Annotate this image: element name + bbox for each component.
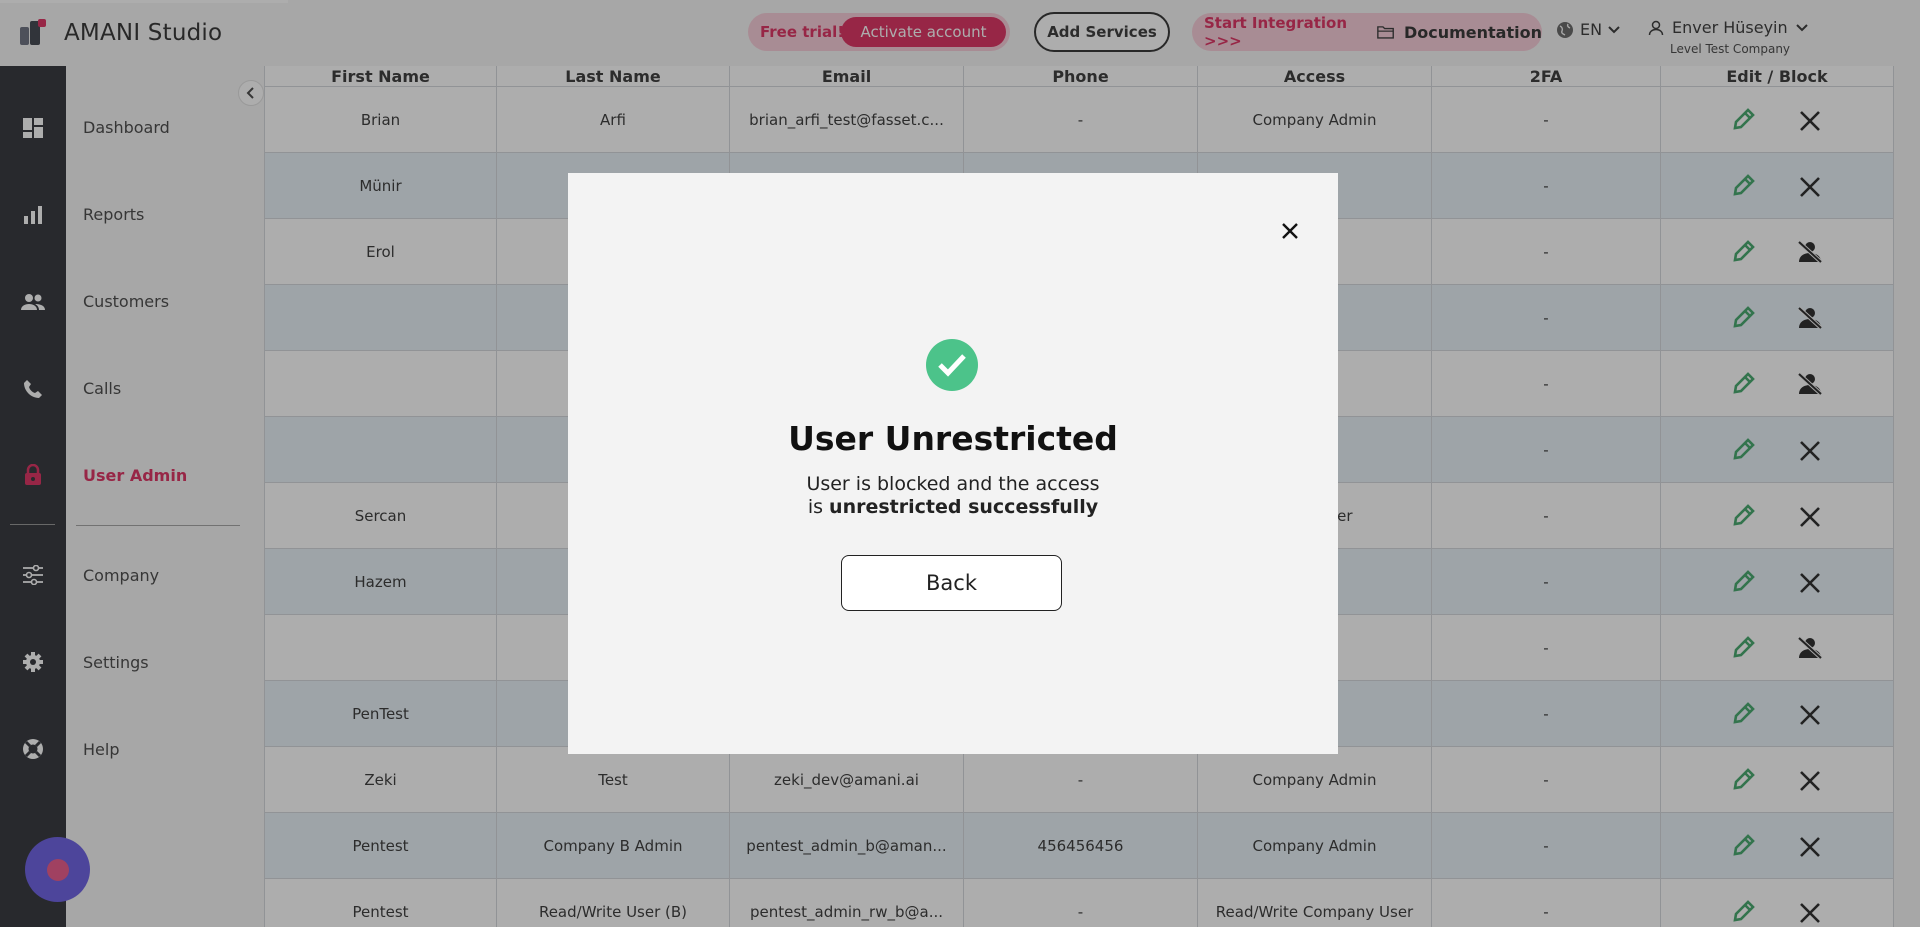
modal-title: User Unrestricted xyxy=(788,419,1118,458)
back-button[interactable]: Back xyxy=(841,555,1062,611)
success-modal: User Unrestricted User is blocked and th… xyxy=(568,173,1338,754)
modal-message: User is blocked and the access is unrest… xyxy=(568,473,1338,519)
check-circle-icon xyxy=(926,339,978,391)
modal-message-line2: is unrestricted successfully xyxy=(568,496,1338,519)
modal-message-line1: User is blocked and the access xyxy=(806,473,1100,495)
close-icon xyxy=(1282,223,1298,239)
close-modal-button[interactable] xyxy=(1278,219,1302,243)
modal-message-prefix: is xyxy=(807,496,830,518)
modal-message-bold: unrestricted successfully xyxy=(829,496,1099,518)
